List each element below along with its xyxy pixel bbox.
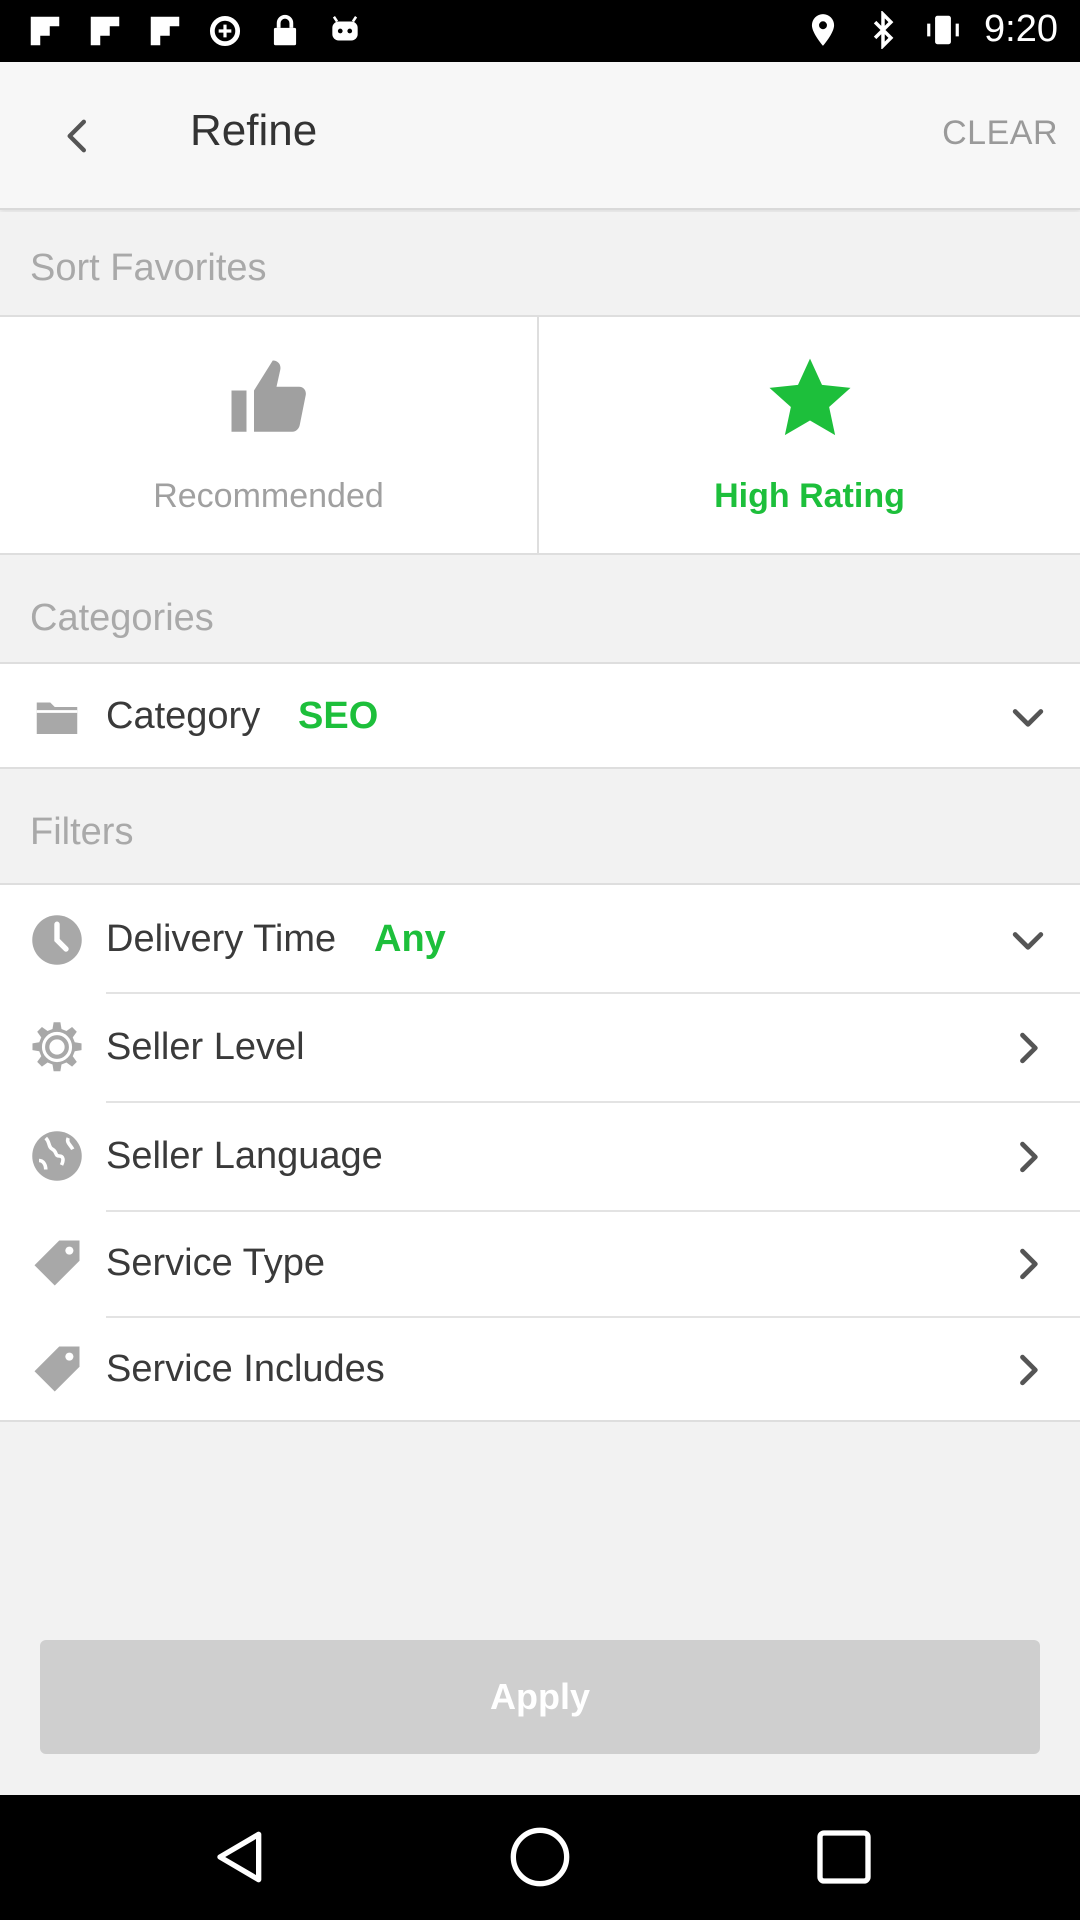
- filter-row-seller-level[interactable]: Seller Level: [0, 994, 1080, 1102]
- category-row[interactable]: Category SEO: [0, 662, 1080, 769]
- delivery-time-value: Any: [374, 918, 446, 960]
- filters-header: Filters: [0, 769, 1080, 883]
- vibrate-icon: [924, 11, 962, 49]
- bluetooth-icon: [864, 10, 902, 49]
- location-icon: [804, 11, 842, 49]
- sort-favorites-header: Sort Favorites: [0, 212, 1080, 315]
- section-title: Categories: [30, 597, 214, 639]
- chevron-right-icon: [1006, 1348, 1050, 1392]
- star-icon: [765, 353, 855, 443]
- row-label: Category: [106, 695, 261, 737]
- sort-option-recommended[interactable]: Recommended: [0, 317, 539, 555]
- clear-button[interactable]: CLEAR: [942, 114, 1058, 153]
- sort-option-label: High Rating: [714, 477, 905, 515]
- recents-nav-button[interactable]: [812, 1825, 876, 1889]
- lock-icon: [266, 12, 304, 50]
- page-title: Refine: [190, 106, 318, 155]
- chevron-right-icon: [1006, 1026, 1050, 1070]
- flipboard-icon: [26, 12, 64, 50]
- app-bar: Refine CLEAR: [0, 62, 1080, 210]
- section-title: Sort Favorites: [30, 247, 267, 289]
- filter-row-seller-language[interactable]: Seller Language: [0, 1103, 1080, 1211]
- filter-row-service-type[interactable]: Service Type: [0, 1212, 1080, 1320]
- filter-row-service-includes[interactable]: Service Includes: [0, 1318, 1080, 1426]
- categories-header: Categories: [0, 557, 1080, 662]
- row-label: Seller Level: [106, 1026, 305, 1068]
- sort-options: Recommended High Rating: [0, 315, 1080, 555]
- gear-icon: [30, 1020, 84, 1074]
- clock-icon: [30, 913, 84, 967]
- data-saver-icon: [206, 12, 244, 50]
- row-label: Delivery Time: [106, 918, 337, 960]
- arrow-left-icon: [67, 119, 87, 153]
- row-label: Service Type: [106, 1242, 325, 1284]
- status-bar: 9:20: [0, 0, 1080, 62]
- category-value: SEO: [298, 695, 379, 737]
- row-label: Seller Language: [106, 1135, 383, 1177]
- chevron-down-icon: [1006, 918, 1050, 962]
- filter-row-delivery-time[interactable]: Delivery Time Any: [0, 885, 1080, 993]
- android-icon: [326, 12, 364, 50]
- apply-button[interactable]: Apply: [40, 1640, 1040, 1754]
- triangle-back-icon: [217, 1831, 262, 1883]
- section-title: Filters: [30, 811, 134, 853]
- chevron-right-icon: [1006, 1135, 1050, 1179]
- flipboard-icon: [86, 12, 124, 50]
- sort-option-label: Recommended: [153, 477, 384, 515]
- circle-home-icon: [510, 1827, 570, 1887]
- back-button[interactable]: [40, 98, 116, 174]
- flipboard-icon: [146, 12, 184, 50]
- row-label: Service Includes: [106, 1348, 385, 1390]
- thumbs-up-icon: [224, 353, 314, 443]
- back-nav-button[interactable]: [208, 1825, 272, 1889]
- home-nav-button[interactable]: [508, 1825, 572, 1889]
- filters-list: Delivery Time Any Seller Level Seller La…: [0, 883, 1080, 1422]
- navigation-bar: [0, 1795, 1080, 1920]
- system-icons: 9:20: [804, 8, 1058, 51]
- tag-icon: [30, 1236, 84, 1290]
- square-recents-icon: [817, 1830, 871, 1884]
- tag-icon: [30, 1342, 84, 1396]
- notification-icons: [26, 12, 364, 50]
- clock-time: 9:20: [984, 8, 1058, 50]
- folder-icon: [30, 689, 84, 743]
- chevron-down-icon: [1006, 695, 1050, 739]
- chevron-right-icon: [1006, 1242, 1050, 1286]
- sort-option-high-rating[interactable]: High Rating: [540, 317, 1079, 555]
- globe-icon: [30, 1129, 84, 1183]
